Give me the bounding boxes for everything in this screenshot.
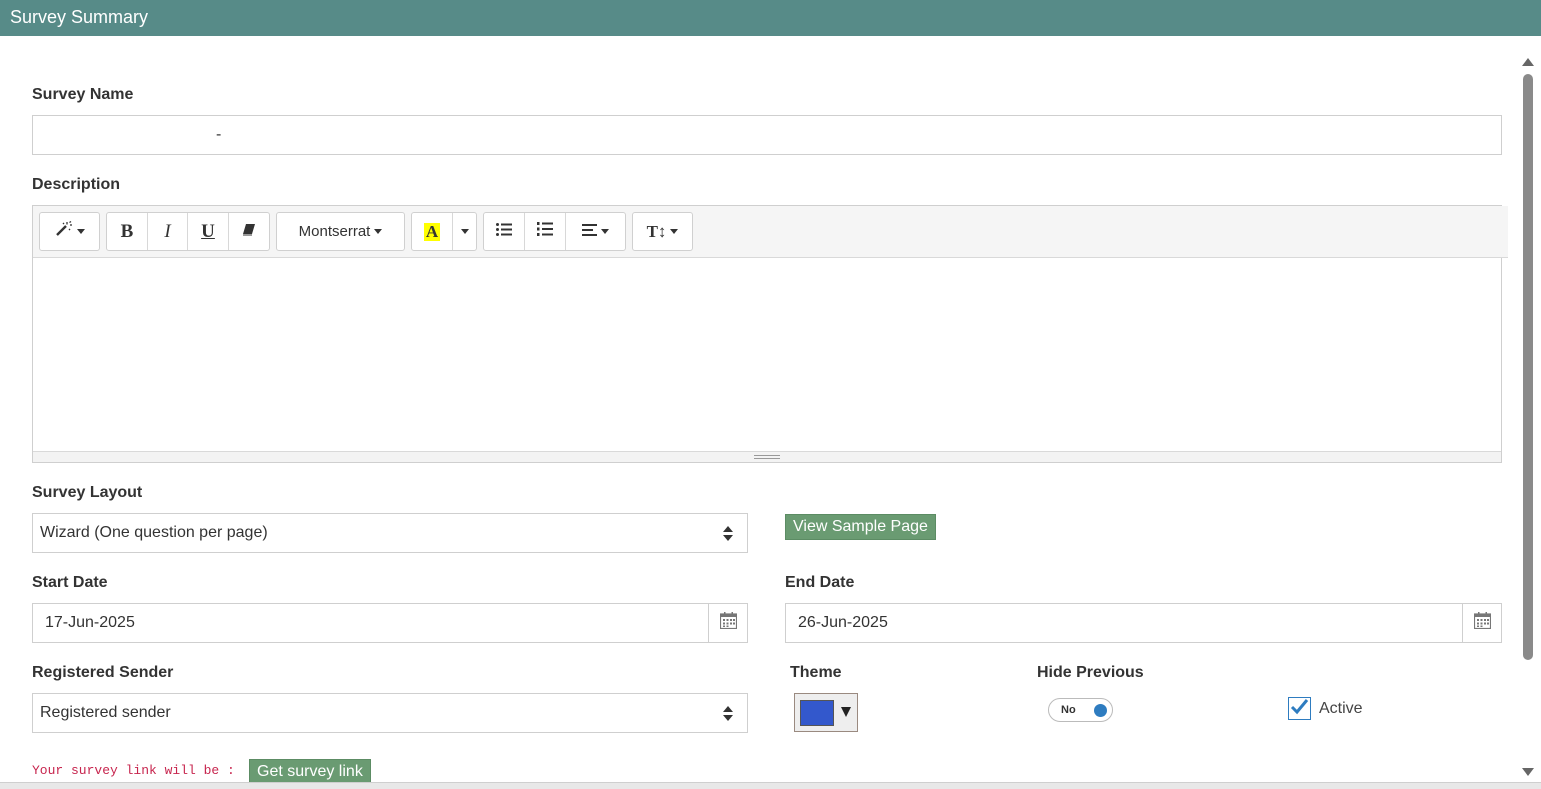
end-date-value: 26-Jun-2025 — [798, 614, 888, 631]
start-date-input[interactable]: 17-Jun-2025 — [32, 603, 748, 643]
chevron-down-icon — [601, 229, 609, 234]
page-header: Survey Summary — [0, 0, 1541, 36]
end-date-label: End Date — [785, 574, 855, 591]
magic-style-button[interactable] — [40, 213, 99, 250]
view-sample-page-button[interactable]: View Sample Page — [785, 514, 936, 540]
bold-button[interactable]: B — [107, 213, 148, 250]
bottom-bar — [0, 782, 1541, 789]
hide-previous-toggle[interactable]: No — [1048, 698, 1113, 722]
description-editor-area[interactable] — [33, 258, 1501, 451]
bullet-list-icon — [496, 222, 512, 241]
survey-layout-select[interactable]: Wizard (One question per page) — [32, 513, 748, 553]
toggle-state-label: No — [1061, 704, 1076, 716]
start-date-picker-button[interactable] — [708, 604, 747, 642]
survey-name-input[interactable]: - — [32, 115, 1502, 155]
clear-format-button[interactable] — [229, 213, 269, 250]
numbered-list-icon — [537, 222, 553, 241]
page-title: Survey Summary — [10, 7, 149, 27]
align-dropdown-button[interactable] — [566, 213, 625, 250]
color-group: A — [411, 212, 477, 251]
chevron-down-icon — [76, 229, 85, 234]
color-dropdown-button[interactable] — [453, 213, 476, 250]
resize-grip-icon — [754, 455, 780, 459]
active-label: Active — [1319, 700, 1363, 717]
italic-button[interactable]: I — [148, 213, 188, 250]
editor-toolbar: B I U Montserrat A T↕ — [33, 206, 1508, 258]
scroll-thumb[interactable] — [1523, 74, 1533, 660]
chevron-down-icon — [670, 229, 679, 234]
registered-sender-value: Registered sender — [40, 704, 171, 721]
vertical-scrollbar[interactable] — [1520, 56, 1536, 780]
toggle-knob — [1094, 704, 1107, 717]
select-arrows-icon — [723, 526, 733, 542]
calendar-icon — [719, 612, 737, 634]
survey-layout-value: Wizard (One question per page) — [40, 524, 268, 541]
chevron-down-icon — [460, 229, 469, 234]
underline-button[interactable]: U — [188, 213, 229, 250]
font-name-dropdown[interactable]: Montserrat — [277, 213, 404, 250]
font-group: Montserrat — [276, 212, 405, 251]
chevron-down-icon — [841, 707, 851, 717]
theme-color-picker[interactable] — [794, 693, 858, 732]
survey-name-value: - — [216, 126, 222, 143]
active-checkbox[interactable] — [1288, 697, 1311, 720]
checkmark-icon — [1290, 698, 1309, 720]
scroll-down-arrow-icon[interactable] — [1522, 768, 1534, 776]
highlight-icon: A — [423, 221, 441, 241]
scroll-up-arrow-icon[interactable] — [1522, 58, 1534, 66]
align-left-icon — [582, 223, 597, 241]
magic-wand-icon — [55, 220, 73, 242]
theme-color-swatch — [800, 700, 834, 726]
font-size-group: T↕ — [632, 212, 693, 251]
registered-sender-select[interactable]: Registered sender — [32, 693, 748, 733]
highlight-color-button[interactable]: A — [412, 213, 453, 250]
end-date-input[interactable]: 26-Jun-2025 — [785, 603, 1502, 643]
description-label: Description — [32, 176, 121, 193]
end-date-picker-button[interactable] — [1462, 604, 1501, 642]
calendar-icon — [1473, 612, 1491, 634]
chevron-down-icon — [374, 229, 383, 234]
font-name-label: Montserrat — [298, 223, 371, 240]
start-date-value: 17-Jun-2025 — [45, 614, 135, 631]
eraser-icon — [242, 222, 256, 241]
description-editor: B I U Montserrat A T↕ — [32, 205, 1508, 463]
registered-sender-label: Registered Sender — [32, 664, 174, 681]
format-group: B I U — [106, 212, 270, 251]
survey-link-note: Your survey link will be : — [32, 763, 235, 778]
hide-previous-label: Hide Previous — [1037, 664, 1144, 681]
font-size-icon: T↕ — [646, 221, 667, 241]
numbered-list-button[interactable] — [525, 213, 566, 250]
bullet-list-button[interactable] — [484, 213, 525, 250]
start-date-label: Start Date — [32, 574, 108, 591]
survey-layout-label: Survey Layout — [32, 484, 143, 501]
theme-label: Theme — [790, 664, 842, 681]
survey-name-label: Survey Name — [32, 86, 134, 103]
paragraph-group — [483, 212, 626, 251]
style-group — [39, 212, 100, 251]
get-survey-link-button[interactable]: Get survey link — [249, 759, 371, 783]
editor-resize-handle[interactable] — [33, 451, 1501, 462]
font-size-dropdown[interactable]: T↕ — [633, 213, 692, 250]
select-arrows-icon — [723, 706, 733, 722]
